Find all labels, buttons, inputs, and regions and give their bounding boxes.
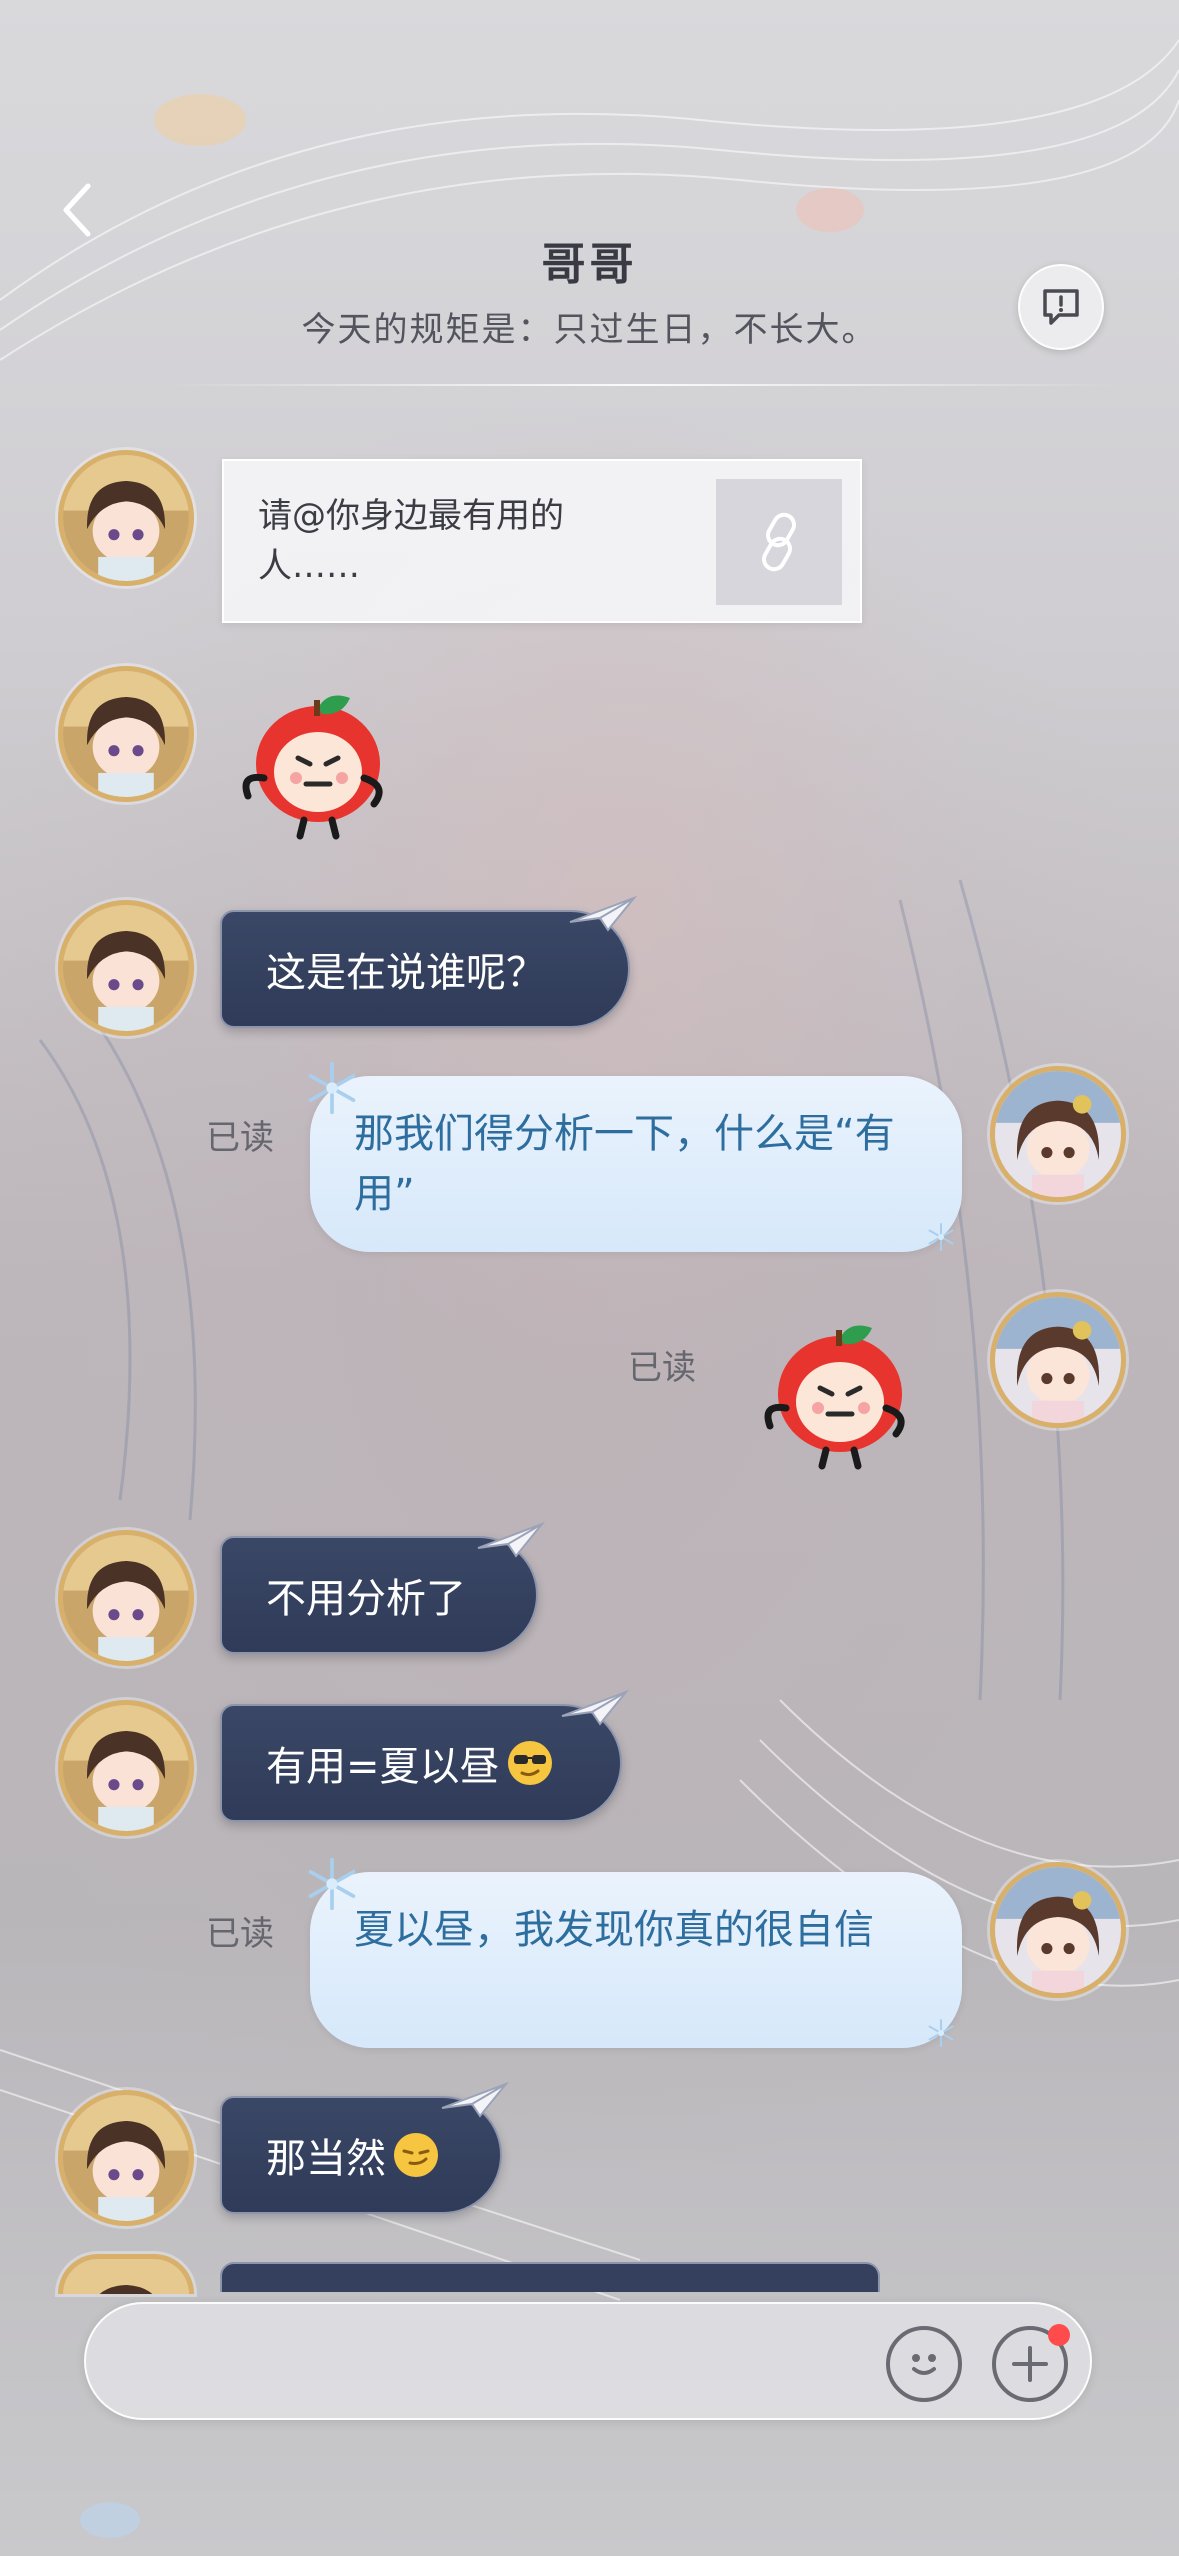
chat-title: 哥哥 — [541, 239, 638, 290]
avatar[interactable] — [58, 450, 194, 586]
paper-plane-icon — [476, 1520, 546, 1560]
message-bubble[interactable]: 那我们得分析一下，什么是“有用” — [310, 1076, 962, 1252]
link-thumbnail — [716, 479, 842, 605]
read-status: 已读 — [206, 1914, 274, 1954]
snowflake-icon — [926, 1222, 956, 1252]
message-text: 这是在说谁呢？ — [266, 950, 546, 996]
message-bubble[interactable]: 这是在说谁呢？ — [220, 910, 630, 1028]
emoji-button[interactable] — [886, 2326, 962, 2402]
avatar[interactable] — [58, 2254, 194, 2294]
link-card-message[interactable]: 请@你身边最有用的人…… — [222, 459, 862, 623]
message-bubble[interactable]: 夏以昼，我发现你真的很自信 — [310, 1872, 962, 2048]
link-card-text: 请@你身边最有用的人…… — [258, 496, 564, 586]
message-text: 有用=夏以昼 — [266, 1744, 500, 1790]
message-text: 那我们得分析一下，什么是“有用” — [354, 1111, 895, 1217]
avatar[interactable] — [58, 2090, 194, 2226]
avatar[interactable] — [58, 1700, 194, 1836]
paper-plane-icon — [560, 1688, 630, 1728]
snowflake-icon — [304, 1060, 360, 1116]
header-divider — [160, 384, 1120, 386]
message-text: 那当然 — [266, 2136, 386, 2182]
message-text: 不用分析了 — [266, 1576, 466, 1622]
paper-plane-icon — [568, 894, 638, 934]
avatar[interactable] — [58, 666, 194, 802]
notification-badge — [1048, 2324, 1070, 2346]
plus-icon — [1012, 2346, 1048, 2382]
read-status: 已读 — [628, 1348, 696, 1388]
read-status: 已读 — [206, 1118, 274, 1158]
snowflake-icon — [304, 1856, 360, 1912]
chat-subtitle: 今天的规矩是：只过生日，不长大。 — [301, 310, 878, 350]
chat-bubble-icon — [1043, 289, 1079, 325]
smiley-icon — [912, 2354, 936, 2375]
angry-apple-sticker[interactable] — [756, 1316, 916, 1476]
message-bubble[interactable]: 有用=夏以昼 — [220, 1704, 622, 1822]
message-bubble[interactable]: 那当然 — [220, 2096, 502, 2214]
message-input-bar — [84, 2302, 1092, 2420]
message-input[interactable] — [126, 2324, 906, 2400]
link-icon — [762, 512, 796, 572]
avatar[interactable] — [58, 900, 194, 1036]
snowflake-icon — [926, 2018, 956, 2048]
paper-plane-icon — [440, 2080, 510, 2120]
smirk-emoji — [394, 2133, 438, 2177]
message-bubble[interactable]: 不用分析了 — [220, 1536, 538, 1654]
avatar[interactable] — [990, 1066, 1126, 1202]
avatar[interactable] — [990, 1862, 1126, 1998]
angry-apple-sticker[interactable] — [234, 686, 394, 846]
avatar[interactable] — [990, 1292, 1126, 1428]
chat-settings-button[interactable] — [1018, 264, 1104, 350]
message-text: 夏以昼，我发现你真的很自信 — [354, 1907, 874, 1953]
chat-header: 哥哥 今天的规矩是：只过生日，不长大。 — [0, 0, 1179, 390]
sunglasses-emoji — [507, 1741, 552, 1785]
more-options-button[interactable] — [992, 2324, 1070, 2402]
message-bubble-partial — [220, 2262, 880, 2292]
avatar[interactable] — [58, 1530, 194, 1666]
